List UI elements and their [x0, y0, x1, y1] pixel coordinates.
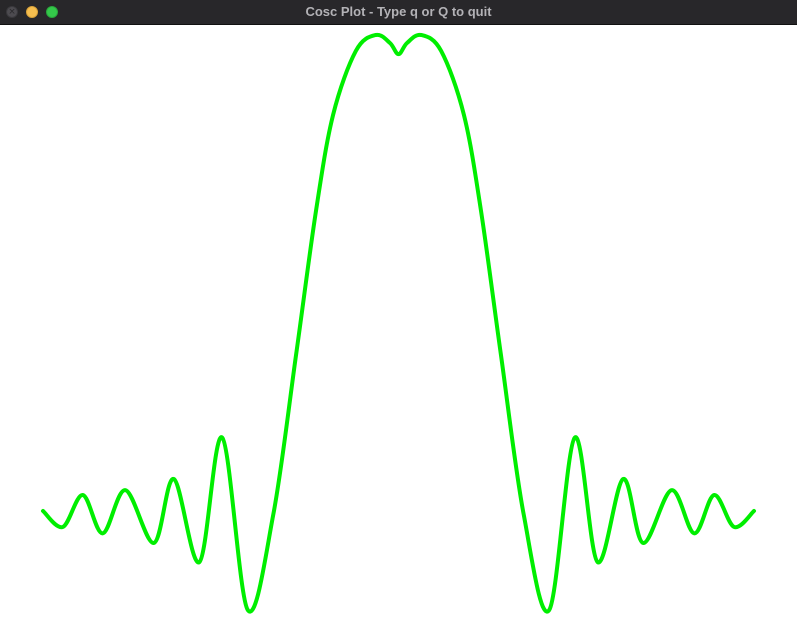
- title-bar[interactable]: × Cosc Plot - Type q or Q to quit: [0, 0, 797, 25]
- app-window: × Cosc Plot - Type q or Q to quit: [0, 0, 797, 625]
- plot-canvas: [0, 25, 797, 625]
- plot-line: [41, 32, 756, 614]
- window-title: Cosc Plot - Type q or Q to quit: [305, 4, 492, 19]
- plot-svg: [41, 32, 756, 614]
